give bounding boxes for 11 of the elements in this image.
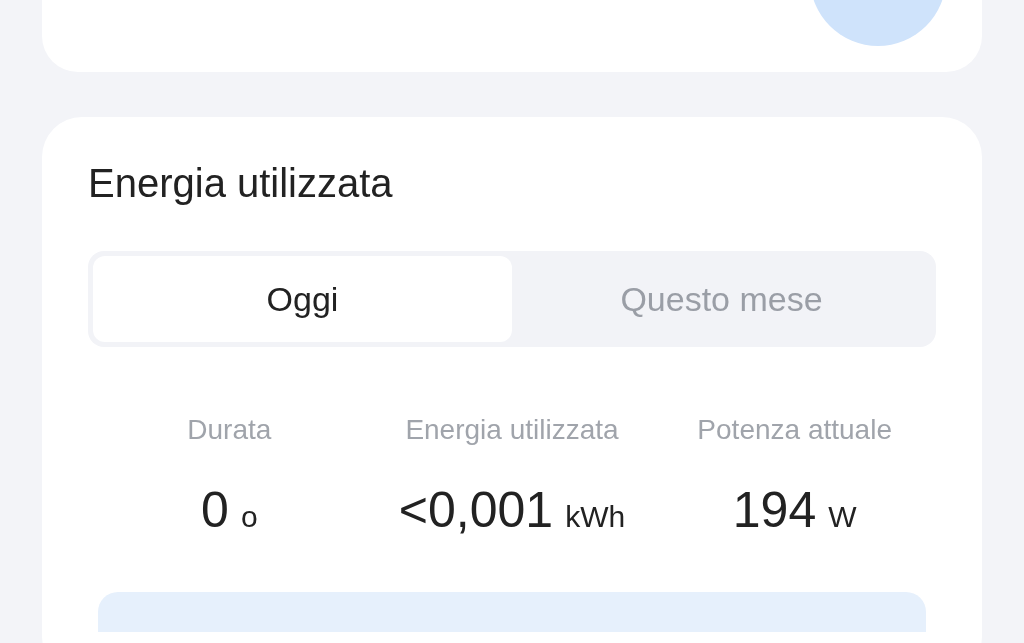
stat-value: 194 — [732, 481, 817, 540]
stat-label: Durata — [187, 413, 272, 447]
stat-unit: o — [240, 499, 258, 535]
card-title: Energia utilizzata — [88, 160, 394, 207]
stat-label: Energia utilizzata — [405, 413, 619, 447]
stat-label: Potenza attuale — [697, 413, 892, 447]
stat-unit: kWh — [565, 499, 626, 535]
stat-value: 0 — [201, 481, 229, 540]
stat-unit: W — [828, 499, 857, 535]
period-tab[interactable]: Oggi — [93, 256, 512, 342]
stat-value: <0,001 — [398, 481, 554, 540]
